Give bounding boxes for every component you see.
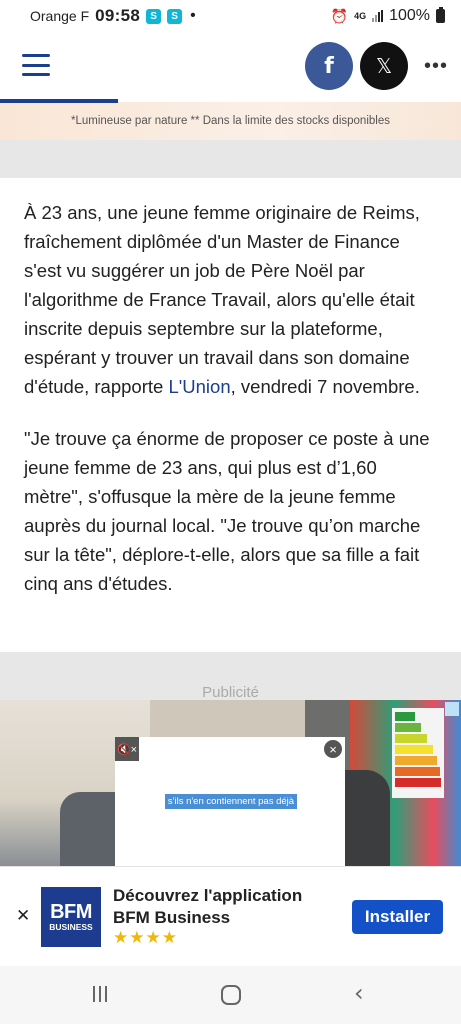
system-nav-bar: ‹	[0, 966, 461, 1024]
logo-subtext: BUSINESS	[49, 921, 93, 932]
paragraph-text: , vendredi 7 novembre.	[230, 376, 420, 397]
promo-disclaimer: *Lumineuse par nature ** Dans la limite …	[71, 115, 390, 127]
battery-icon	[436, 7, 445, 23]
rating-stars: ★★★★	[113, 928, 178, 947]
top-nav: f 𝕏 •••	[0, 32, 461, 102]
status-left: Orange F 09:58 S S •	[30, 6, 196, 26]
article-paragraph: "Je trouve ça énorme de proposer ce post…	[24, 428, 430, 594]
ad-spacer	[0, 140, 461, 178]
promo-banner[interactable]: *Lumineuse par nature ** Dans la limite …	[0, 102, 461, 140]
network-type: 4G	[354, 10, 367, 21]
recent-apps-icon[interactable]	[93, 986, 107, 1002]
source-link[interactable]: L'Union	[168, 376, 230, 397]
battery-percent: 100%	[389, 7, 430, 24]
back-icon[interactable]: ‹	[354, 981, 364, 1005]
ad-label: Publicité	[202, 684, 259, 701]
bfm-business-logo: BFM BUSINESS	[41, 887, 101, 947]
carrier-label: Orange F	[30, 8, 90, 24]
app-title: Découvrez l'application BFM Business	[113, 886, 303, 927]
video-caption: s'ils n'en contiennent pas déjà	[165, 794, 297, 809]
more-notifications-dot: •	[190, 7, 196, 24]
close-banner-icon[interactable]: ✕	[16, 907, 30, 924]
home-icon[interactable]	[221, 985, 241, 1005]
energy-label-graphic	[392, 708, 444, 798]
hamburger-menu-icon[interactable]	[22, 54, 50, 76]
alarm-icon: ⏰	[330, 7, 349, 24]
paragraph-text: À 23 ans, une jeune femme originaire de …	[24, 202, 420, 397]
notification-icon: S	[146, 8, 162, 24]
facebook-share-button[interactable]: f	[305, 42, 353, 90]
app-install-banner: ✕ BFM BUSINESS Découvrez l'application B…	[0, 866, 461, 966]
signal-icon	[372, 10, 384, 22]
x-share-button[interactable]: 𝕏	[360, 42, 408, 90]
notification-icon: S	[167, 8, 183, 24]
mute-icon[interactable]: 🔇×	[115, 737, 139, 761]
more-options-icon[interactable]: •••	[424, 56, 448, 76]
article-body: À 23 ans, une jeune femme originaire de …	[24, 198, 439, 598]
install-button[interactable]: Installer	[352, 900, 443, 934]
status-bar: Orange F 09:58 S S • ⏰ 4G 100%	[0, 0, 461, 32]
status-right: ⏰ 4G 100%	[331, 7, 445, 25]
ad-choices-icon[interactable]	[445, 702, 459, 716]
clock: 09:58	[95, 6, 141, 25]
close-video-icon[interactable]: ×	[322, 738, 344, 760]
reading-progress-bar	[0, 99, 118, 103]
article-paragraph: À 23 ans, une jeune femme originaire de …	[24, 198, 439, 401]
logo-text: BFM	[50, 900, 92, 923]
